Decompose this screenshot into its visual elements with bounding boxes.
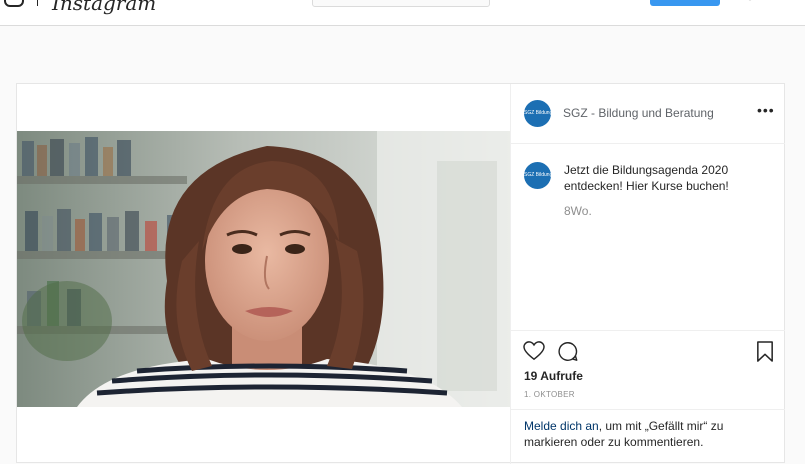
views-count[interactable]: 19 Aufrufe: [524, 369, 583, 383]
post-date[interactable]: 1. OKTOBER: [524, 390, 575, 399]
more-icon[interactable]: •••: [757, 102, 775, 118]
video-frame: [17, 131, 510, 407]
bookmark-icon[interactable]: [756, 341, 774, 362]
caption-avatar[interactable]: SGZ Bildung: [524, 162, 551, 189]
top-navigation-bar: Instagram: [0, 0, 805, 26]
account-name[interactable]: SGZ - Bildung und Beratung: [563, 106, 714, 120]
login-button[interactable]: [650, 0, 720, 6]
caption-text: Jetzt die Bildungsagenda 2020 entdecken!…: [564, 163, 729, 193]
comment-icon[interactable]: [557, 341, 579, 362]
post-video[interactable]: [17, 131, 510, 407]
heart-icon[interactable]: [523, 341, 545, 361]
post-sidebar: SGZ Bildung SGZ - Bildung und Beratung •…: [510, 84, 785, 464]
account-avatar[interactable]: SGZ Bildung: [524, 100, 551, 127]
camera-icon[interactable]: [4, 0, 24, 8]
post-header: SGZ Bildung SGZ - Bildung und Beratung •…: [511, 84, 785, 144]
user-icon[interactable]: [745, 0, 755, 2]
login-prompt: Melde dich an, um mit „Gefällt mir“ zu m…: [511, 409, 785, 458]
search-input[interactable]: [312, 0, 490, 7]
logo-divider: [37, 0, 38, 6]
caption-timestamp[interactable]: 8Wo.: [564, 204, 592, 218]
post-card: SGZ Bildung SGZ - Bildung und Beratung •…: [16, 83, 785, 464]
post-actions: 19 Aufrufe 1. OKTOBER: [511, 330, 785, 409]
login-link[interactable]: Melde dich an: [524, 419, 599, 433]
instagram-wordmark[interactable]: Instagram: [52, 0, 156, 15]
